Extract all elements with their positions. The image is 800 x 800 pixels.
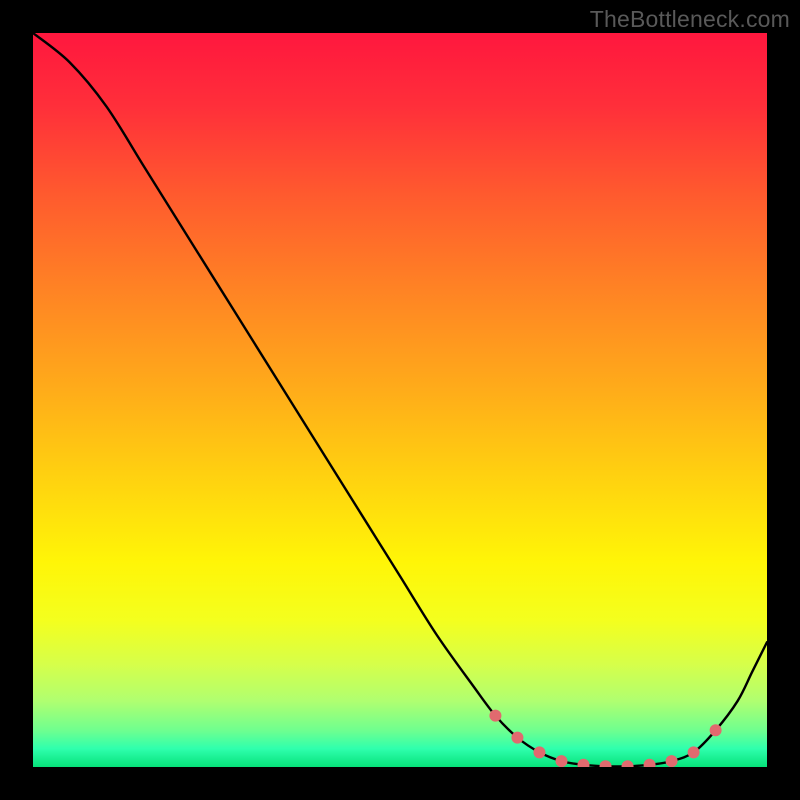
marker-dot <box>556 756 567 767</box>
gradient-rect <box>33 33 767 767</box>
chart-svg <box>33 33 767 767</box>
marker-dot <box>710 725 721 736</box>
marker-dot <box>688 747 699 758</box>
marker-dot <box>644 759 655 767</box>
watermark-text: TheBottleneck.com <box>590 6 790 33</box>
marker-dot <box>578 759 589 767</box>
marker-dot <box>622 761 633 767</box>
marker-dot <box>512 732 523 743</box>
plot-area <box>33 33 767 767</box>
chart-frame: TheBottleneck.com <box>0 0 800 800</box>
marker-dot <box>600 761 611 767</box>
marker-dot <box>490 710 501 721</box>
marker-dot <box>534 747 545 758</box>
marker-dot <box>666 756 677 767</box>
